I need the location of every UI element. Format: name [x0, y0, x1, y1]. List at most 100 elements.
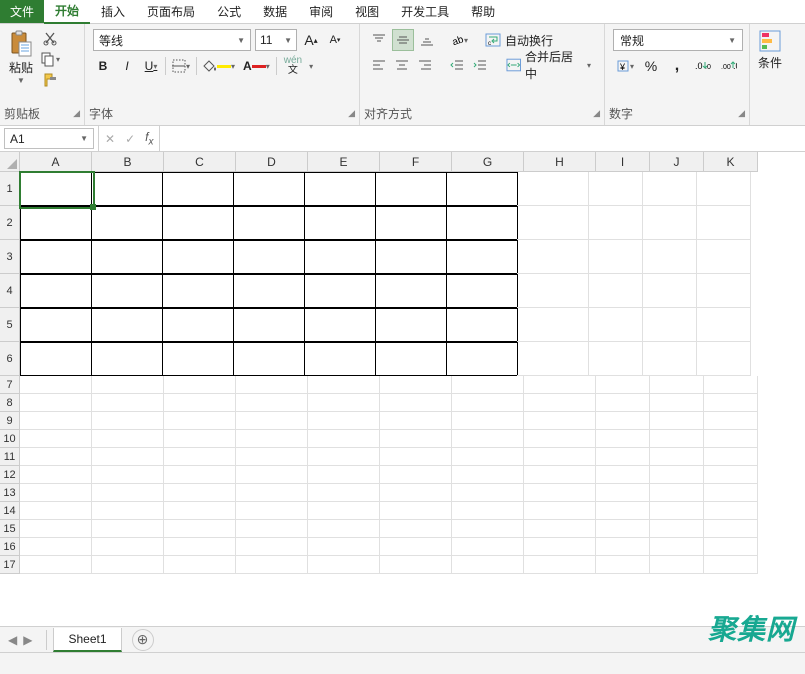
cell[interactable]	[452, 412, 524, 430]
menu-item-1[interactable]: 开始	[44, 0, 90, 24]
cell[interactable]	[524, 448, 596, 466]
cell[interactable]	[596, 466, 650, 484]
cell[interactable]	[164, 466, 236, 484]
cell[interactable]	[308, 502, 380, 520]
row-header[interactable]: 12	[0, 466, 20, 484]
dialog-launcher-icon[interactable]: ◢	[593, 108, 600, 119]
cell[interactable]	[650, 448, 704, 466]
cell[interactable]	[380, 556, 452, 574]
cell[interactable]	[650, 520, 704, 538]
formula-input[interactable]	[159, 126, 805, 151]
cell[interactable]	[233, 206, 305, 240]
cell[interactable]	[164, 430, 236, 448]
cell[interactable]	[446, 308, 518, 342]
cell[interactable]	[380, 466, 452, 484]
cell[interactable]	[704, 466, 758, 484]
row-header[interactable]: 1	[0, 172, 20, 206]
accounting-format-button[interactable]: ¥▾	[613, 55, 637, 77]
cell[interactable]	[589, 172, 643, 206]
cell[interactable]	[92, 556, 164, 574]
cell[interactable]	[20, 538, 92, 556]
menu-item-6[interactable]: 审阅	[298, 0, 344, 23]
cell[interactable]	[596, 520, 650, 538]
cell[interactable]	[704, 376, 758, 394]
fill-color-button[interactable]: ▾	[201, 55, 237, 77]
font-color-button[interactable]: A▾	[241, 55, 272, 77]
cell[interactable]	[446, 240, 518, 274]
cell[interactable]	[452, 502, 524, 520]
cell[interactable]	[589, 206, 643, 240]
cell[interactable]	[20, 484, 92, 502]
menu-item-0[interactable]: 文件	[0, 0, 44, 23]
row-header[interactable]: 6	[0, 342, 20, 376]
decrease-font-button[interactable]: A▾	[325, 29, 345, 51]
cell[interactable]	[164, 556, 236, 574]
row-header[interactable]: 7	[0, 376, 20, 394]
cut-button[interactable]	[40, 29, 60, 47]
cell[interactable]	[20, 556, 92, 574]
row-header[interactable]: 17	[0, 556, 20, 574]
cell[interactable]	[20, 274, 92, 308]
number-format-combo[interactable]: 常规▼	[613, 29, 743, 51]
cell[interactable]	[164, 394, 236, 412]
sheet-nav-prev-icon[interactable]: ◀	[8, 633, 17, 647]
name-box[interactable]: A1▼	[4, 128, 94, 149]
cell[interactable]	[446, 274, 518, 308]
cell[interactable]	[20, 308, 92, 342]
cell[interactable]	[524, 520, 596, 538]
row-header[interactable]: 9	[0, 412, 20, 430]
cell-area[interactable]	[20, 172, 758, 574]
spreadsheet-grid[interactable]: ABCDEFGHIJK 1234567891011121314151617	[0, 152, 805, 622]
cell[interactable]	[446, 172, 518, 206]
cell[interactable]	[92, 502, 164, 520]
column-header[interactable]: I	[596, 152, 650, 172]
cell[interactable]	[162, 172, 234, 206]
cell[interactable]	[92, 466, 164, 484]
cell[interactable]	[91, 342, 163, 376]
row-header[interactable]: 13	[0, 484, 20, 502]
cell[interactable]	[236, 376, 308, 394]
cell[interactable]	[236, 430, 308, 448]
cell[interactable]	[380, 538, 452, 556]
column-header[interactable]: A	[20, 152, 92, 172]
dialog-launcher-icon[interactable]: ◢	[738, 108, 745, 119]
cell[interactable]	[643, 308, 697, 342]
cell[interactable]	[162, 240, 234, 274]
cell[interactable]	[92, 394, 164, 412]
cell[interactable]	[236, 502, 308, 520]
cell[interactable]	[596, 394, 650, 412]
cell[interactable]	[92, 412, 164, 430]
cell[interactable]	[20, 376, 92, 394]
cell[interactable]	[704, 394, 758, 412]
cell[interactable]	[524, 538, 596, 556]
cell[interactable]	[164, 538, 236, 556]
cell[interactable]	[446, 206, 518, 240]
cell[interactable]	[524, 466, 596, 484]
cell[interactable]	[697, 308, 751, 342]
cell[interactable]	[589, 240, 643, 274]
cell[interactable]	[308, 484, 380, 502]
cell[interactable]	[643, 240, 697, 274]
align-middle-button[interactable]	[392, 29, 414, 51]
cell[interactable]	[596, 484, 650, 502]
cell[interactable]	[375, 172, 447, 206]
cell[interactable]	[236, 538, 308, 556]
cell[interactable]	[236, 394, 308, 412]
cell[interactable]	[524, 376, 596, 394]
italic-button[interactable]: I	[117, 55, 137, 77]
row-header[interactable]: 4	[0, 274, 20, 308]
cell[interactable]	[704, 556, 758, 574]
fx-icon[interactable]: fx	[145, 130, 153, 147]
select-all-button[interactable]	[0, 152, 20, 172]
cell[interactable]	[308, 556, 380, 574]
cell[interactable]	[308, 538, 380, 556]
cell[interactable]	[452, 466, 524, 484]
cell[interactable]	[704, 430, 758, 448]
cell[interactable]	[380, 484, 452, 502]
row-header[interactable]: 3	[0, 240, 20, 274]
underline-button[interactable]: U▾	[141, 55, 161, 77]
cell[interactable]	[643, 206, 697, 240]
cell[interactable]	[650, 412, 704, 430]
cell[interactable]	[517, 240, 589, 274]
cell[interactable]	[650, 376, 704, 394]
